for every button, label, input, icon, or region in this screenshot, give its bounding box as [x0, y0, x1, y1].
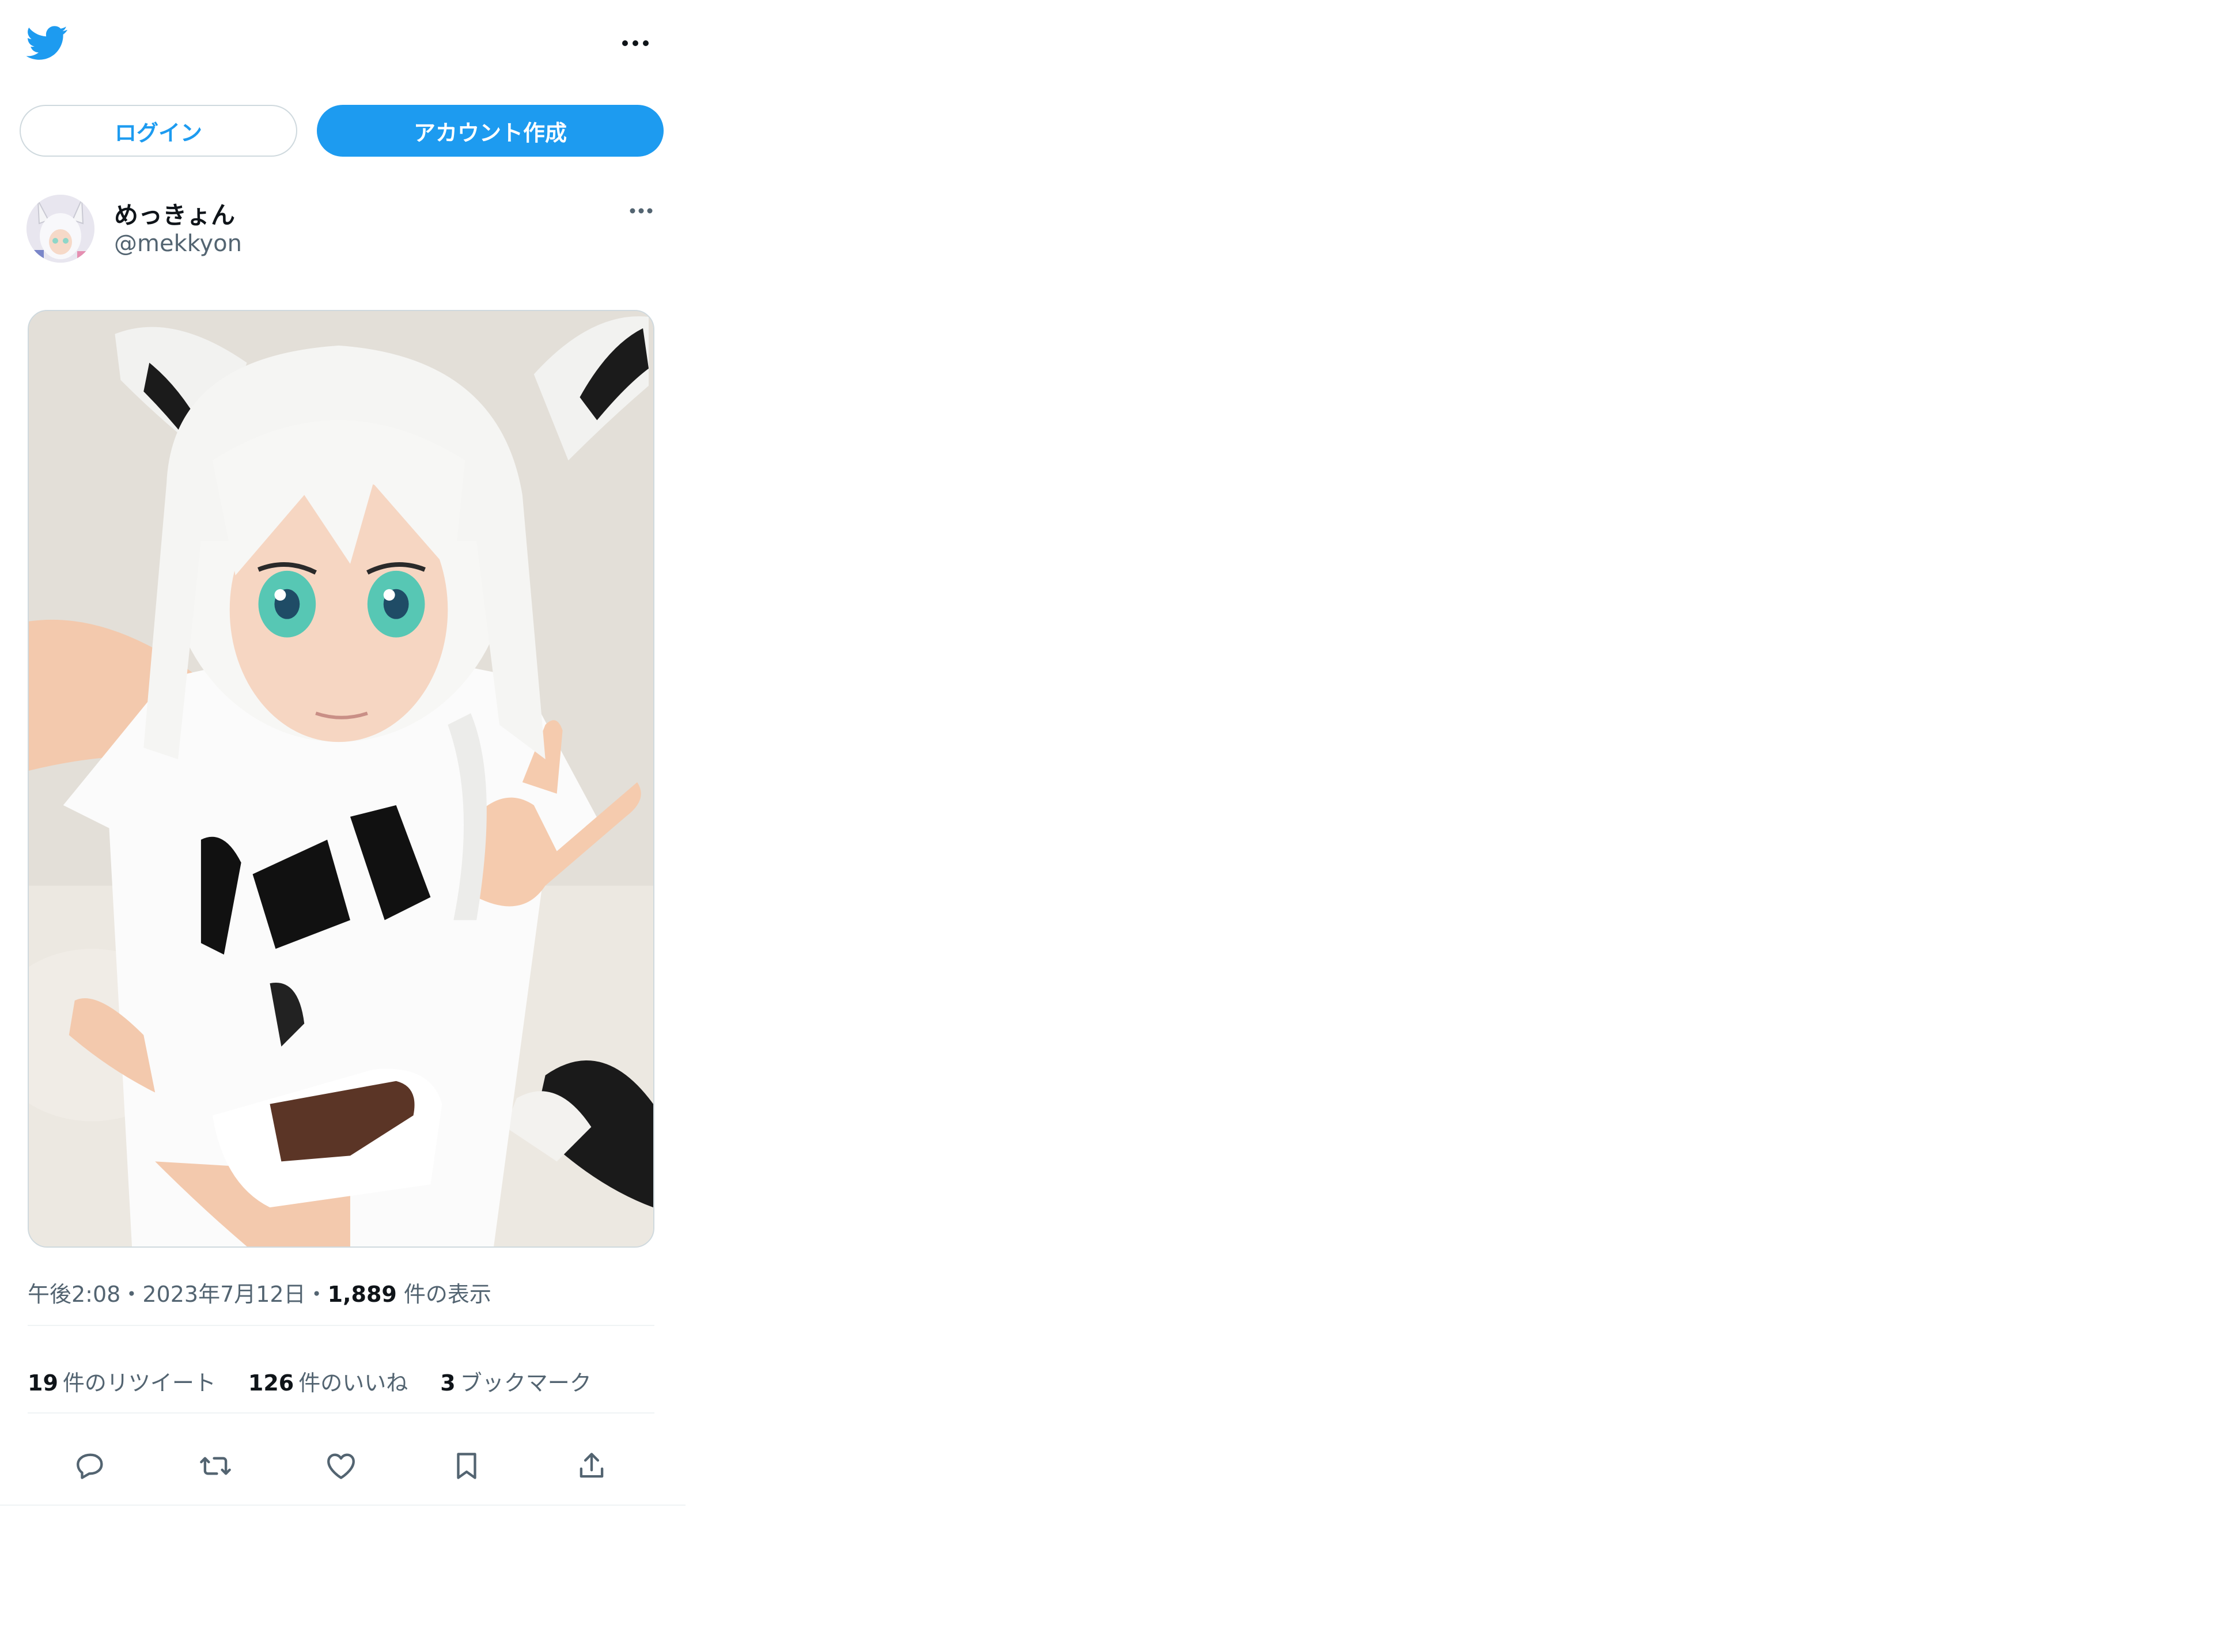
bookmark-icon[interactable] — [444, 1443, 490, 1489]
more-horizontal-icon[interactable] — [615, 29, 656, 58]
retweet-icon[interactable] — [192, 1443, 238, 1489]
share-icon[interactable] — [569, 1443, 615, 1489]
tweet-photo[interactable] — [28, 310, 654, 1248]
tweet-actions — [28, 1434, 654, 1498]
login-button[interactable]: ログイン — [20, 105, 297, 157]
views-label: 件の表示 — [403, 1282, 491, 1307]
views-count: 1,889 — [327, 1282, 397, 1307]
tweet-date[interactable]: 2023年7月12日 — [142, 1282, 305, 1307]
meta-dot: ・ — [120, 1282, 143, 1307]
tweet-column: ログイン アカウント作成 めっきょん @mekkyon 午後2:08・2023年… — [0, 0, 686, 1506]
tweet-stats: 19 件のリツイート 126 件のいいね 3 ブックマーク — [28, 1365, 592, 1397]
bookmarks-stat[interactable]: 3 ブックマーク — [440, 1365, 591, 1397]
meta-sep: ・ — [305, 1282, 328, 1307]
top-bar — [0, 0, 686, 86]
retweets-stat[interactable]: 19 件のリツイート — [28, 1365, 216, 1397]
divider — [28, 1412, 654, 1414]
tweet-more-icon[interactable] — [621, 199, 661, 222]
author-handle[interactable]: @mekkyon — [114, 230, 242, 257]
author-display-name[interactable]: めっきょん — [114, 196, 235, 231]
like-icon[interactable] — [318, 1443, 364, 1489]
likes-stat[interactable]: 126 件のいいね — [248, 1365, 408, 1397]
reply-icon[interactable] — [67, 1443, 113, 1489]
twitter-bird-icon[interactable] — [26, 22, 68, 63]
tweet-time[interactable]: 午後2:08 — [28, 1282, 120, 1307]
divider — [28, 1325, 654, 1326]
avatar[interactable] — [26, 195, 94, 263]
tweet-timestamp: 午後2:08・2023年7月12日・1,889 件の表示 — [28, 1276, 491, 1308]
create-account-button[interactable]: アカウント作成 — [317, 105, 664, 157]
